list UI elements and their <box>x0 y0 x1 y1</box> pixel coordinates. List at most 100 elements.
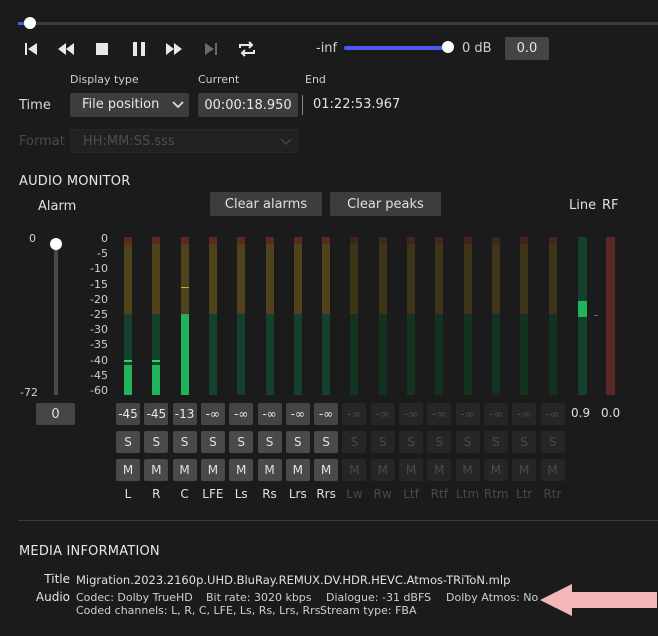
meter-segment <box>237 314 246 395</box>
mute-button-ls[interactable]: M <box>229 459 254 481</box>
mute-button-rw[interactable]: M <box>370 459 395 481</box>
alarm-value-field[interactable]: 0 <box>36 403 75 425</box>
rf-meter <box>606 237 615 395</box>
mute-button-l[interactable]: M <box>116 459 140 481</box>
mute-button-ltr[interactable]: M <box>512 459 537 481</box>
alarm-handle[interactable] <box>50 238 62 250</box>
solo-button-rs[interactable]: S <box>257 431 282 453</box>
title-key: Title <box>44 572 70 586</box>
skip-end-icon <box>204 42 218 56</box>
display-type-select[interactable]: File position <box>70 93 189 117</box>
meter-segment <box>491 244 500 314</box>
pause-button[interactable] <box>128 39 150 59</box>
mute-button-rtm[interactable]: M <box>483 459 508 481</box>
mute-button-c[interactable]: M <box>172 459 197 481</box>
volume-slider[interactable] <box>344 46 448 50</box>
meter-level <box>180 314 189 395</box>
repeat-button[interactable] <box>236 39 258 59</box>
clear-alarms-button[interactable]: Clear alarms <box>210 192 322 216</box>
peak-value-lfe: -∞ <box>200 403 225 425</box>
solo-button-c[interactable]: S <box>172 431 197 453</box>
codec-info: Codec: Dolby TrueHD <box>76 591 193 604</box>
solo-button-r[interactable]: S <box>144 431 169 453</box>
solo-button-lfe[interactable]: S <box>200 431 225 453</box>
volume-min-label: -inf <box>316 41 338 56</box>
meter-ltf <box>407 237 415 395</box>
mute-button-rtr[interactable]: M <box>540 459 565 481</box>
seek-handle[interactable] <box>24 17 36 29</box>
solo-button-l[interactable]: S <box>116 431 140 453</box>
meter-rs <box>265 237 274 395</box>
mute-button-ltf[interactable]: M <box>399 459 423 481</box>
solo-button-ls[interactable]: S <box>229 431 254 453</box>
rf-marker <box>594 315 598 316</box>
meter-segment <box>322 244 331 314</box>
mute-button-rs[interactable]: M <box>257 459 282 481</box>
channel-label-lw: Lw <box>346 487 363 501</box>
solo-button-rtf[interactable]: S <box>427 431 452 453</box>
mute-button-r[interactable]: M <box>144 459 169 481</box>
meter-segment <box>237 244 246 314</box>
mute-button-ltm[interactable]: M <box>455 459 480 481</box>
db-scale-tick: -15 <box>90 277 108 291</box>
volume-value-field[interactable]: 0.0 <box>505 37 549 60</box>
alarm-slider[interactable] <box>54 245 58 395</box>
line-meter-level <box>578 301 587 317</box>
mute-button-lfe[interactable]: M <box>200 459 225 481</box>
meter-segment <box>378 314 387 395</box>
db-scale-tick: -45 <box>90 368 108 382</box>
format-select[interactable]: HH:MM:SS.sss <box>70 129 298 153</box>
stop-button[interactable] <box>91 39 113 59</box>
skip-start-button[interactable] <box>20 39 42 59</box>
meter-segment <box>350 237 359 244</box>
format-label: Format <box>19 134 65 149</box>
title-value: Migration.2023.2160p.UHD.BluRay.REMUX.DV… <box>76 573 511 587</box>
audio-monitor-title: AUDIO MONITOR <box>19 174 131 189</box>
meter-segment <box>491 237 500 244</box>
solo-button-ltr[interactable]: S <box>512 431 537 453</box>
mute-button-rtf[interactable]: M <box>427 459 452 481</box>
solo-button-ltf[interactable]: S <box>399 431 423 453</box>
fast-forward-button[interactable] <box>163 39 185 59</box>
mute-button-rrs[interactable]: M <box>314 459 339 481</box>
meter-segment <box>548 237 557 244</box>
peak-value-rrs: -∞ <box>314 403 339 425</box>
time-label: Time <box>19 98 51 113</box>
solo-button-lw[interactable]: S <box>342 431 367 453</box>
line-value: 0.9 <box>571 406 591 420</box>
meter-segment <box>293 244 302 314</box>
rewind-button[interactable] <box>55 39 77 59</box>
db-scale-tick: -20 <box>90 292 108 306</box>
mute-button-lrs[interactable]: M <box>285 459 310 481</box>
mute-button-lw[interactable]: M <box>342 459 367 481</box>
current-time-field[interactable]: 00:00:18.950 <box>198 93 298 117</box>
meter-rw <box>378 237 387 395</box>
audio-key: Audio <box>35 590 70 604</box>
solo-button-lrs[interactable]: S <box>285 431 310 453</box>
end-caption: End <box>305 73 326 86</box>
volume-handle[interactable] <box>442 41 454 53</box>
skip-end-button[interactable] <box>200 39 222 59</box>
meter-segment <box>407 244 415 314</box>
channel-label-ltf: Ltf <box>403 487 419 501</box>
channel-label-lfe: LFE <box>202 487 224 501</box>
solo-button-rw[interactable]: S <box>370 431 395 453</box>
solo-button-rtr[interactable]: S <box>540 431 565 453</box>
meter-segment <box>548 244 557 314</box>
meter-segment <box>322 237 331 244</box>
solo-button-ltm[interactable]: S <box>455 431 480 453</box>
peak-value-r: -45 <box>144 403 169 425</box>
meter-segment <box>293 314 302 395</box>
meter-segment <box>463 244 472 314</box>
rewind-icon <box>57 42 75 56</box>
peak-value-ltf: -∞ <box>399 403 423 425</box>
clear-peaks-button[interactable]: Clear peaks <box>330 192 441 216</box>
db-scale-tick: -5 <box>97 247 108 261</box>
pause-icon <box>133 42 145 56</box>
solo-button-rrs[interactable]: S <box>314 431 339 453</box>
seek-track[interactable] <box>18 22 658 25</box>
media-information-title: MEDIA INFORMATION <box>19 544 160 559</box>
meter-segment <box>491 314 500 395</box>
display-type-value: File position <box>82 97 160 112</box>
solo-button-rtm[interactable]: S <box>483 431 508 453</box>
